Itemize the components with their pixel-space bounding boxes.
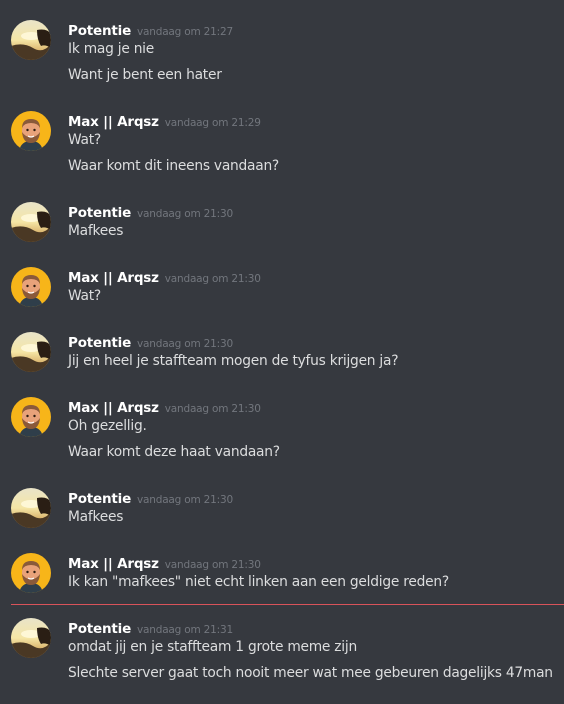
bearded-man-avatar-icon[interactable]: [11, 267, 51, 307]
message-text: Wat?: [68, 288, 101, 304]
timestamp: vandaag om 21:30: [137, 338, 233, 350]
username[interactable]: Potentie: [68, 205, 131, 221]
message-text: Waar komt dit ineens vandaan?: [68, 158, 280, 174]
message-header: Max || Arqsz vandaag om 21:30: [68, 397, 261, 417]
timestamp: vandaag om 21:31: [137, 624, 233, 636]
username[interactable]: Potentie: [68, 335, 131, 351]
message-text: Oh gezellig.: [68, 418, 147, 434]
sunset-avatar-icon[interactable]: [11, 332, 51, 372]
timestamp: vandaag om 21:30: [137, 494, 233, 506]
message-text: Slechte server gaat toch nooit meer wat …: [68, 665, 553, 681]
message-header: Potentie vandaag om 21:30: [68, 488, 233, 508]
username[interactable]: Potentie: [68, 23, 131, 39]
sunset-avatar-icon[interactable]: [11, 618, 51, 658]
message-header: Potentie vandaag om 21:27: [68, 20, 233, 40]
sunset-avatar-icon[interactable]: [11, 202, 51, 242]
message-text: Ik kan "mafkees" niet echt linken aan ee…: [68, 574, 449, 590]
timestamp: vandaag om 21:29: [164, 117, 261, 129]
username[interactable]: Potentie: [68, 621, 131, 637]
username[interactable]: Max || Arqsz: [68, 400, 159, 416]
username[interactable]: Max || Arqsz: [68, 114, 159, 130]
username[interactable]: Max || Arqsz: [68, 556, 159, 572]
message-text: Mafkees: [68, 509, 124, 525]
message-text: omdat jij en je staffteam 1 grote meme z…: [68, 639, 357, 655]
bearded-man-avatar-icon[interactable]: [11, 553, 51, 593]
bearded-man-avatar-icon[interactable]: [11, 111, 51, 151]
bearded-man-avatar-icon[interactable]: [11, 397, 51, 437]
message-text: Mafkees: [68, 223, 124, 239]
message-header: Max || Arqsz vandaag om 21:30: [68, 267, 261, 287]
timestamp: vandaag om 21:30: [137, 208, 233, 220]
message-header: Potentie vandaag om 21:30: [68, 202, 233, 222]
username[interactable]: Potentie: [68, 491, 131, 507]
message-header: Max || Arqsz vandaag om 21:29: [68, 111, 261, 131]
message-text: Wat?: [68, 132, 101, 148]
timestamp: vandaag om 21:30: [164, 273, 261, 285]
message-text: Waar komt deze haat vandaan?: [68, 444, 280, 460]
message-text: Jij en heel je staffteam mogen de tyfus …: [68, 353, 399, 369]
timestamp: vandaag om 21:30: [164, 559, 261, 571]
sunset-avatar-icon[interactable]: [11, 20, 51, 60]
message-header: Max || Arqsz vandaag om 21:30: [68, 553, 261, 573]
message-text: Ik mag je nie: [68, 41, 155, 57]
timestamp: vandaag om 21:27: [137, 26, 233, 38]
timestamp: vandaag om 21:30: [164, 403, 261, 415]
message-header: Potentie vandaag om 21:30: [68, 332, 233, 352]
message-header: Potentie vandaag om 21:31: [68, 618, 233, 638]
new-messages-divider: [11, 604, 564, 605]
message-text: Want je bent een hater: [68, 67, 222, 83]
username[interactable]: Max || Arqsz: [68, 270, 159, 286]
sunset-avatar-icon[interactable]: [11, 488, 51, 528]
